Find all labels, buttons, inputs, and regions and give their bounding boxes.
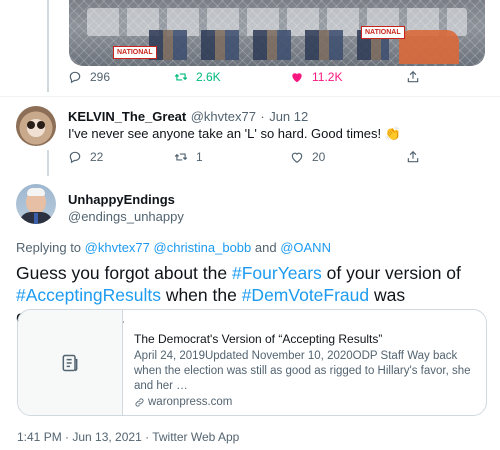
- avatar[interactable]: [16, 106, 56, 146]
- mention-link[interactable]: @OANN: [280, 240, 331, 255]
- share-icon: [407, 150, 419, 163]
- card-thumbnail: [18, 310, 123, 415]
- link-icon: [135, 397, 144, 407]
- mention-link[interactable]: @christina_bobb: [154, 240, 252, 255]
- card-description: April 24, 2019Updated November 10, 2020O…: [134, 350, 471, 392]
- retweet-count: 1: [196, 150, 203, 164]
- media-worker: [399, 30, 459, 64]
- retweet-icon: [174, 153, 188, 161]
- reply-icon: [69, 151, 81, 164]
- heart-icon: [291, 152, 303, 163]
- retweet-button[interactable]: 1: [174, 150, 203, 164]
- share-icon: [407, 70, 419, 83]
- tweet-text-segment: when the: [160, 285, 242, 305]
- display-name[interactable]: UnhappyEndings: [68, 192, 184, 207]
- thread-line-top: [47, 0, 49, 66]
- reply-tweet-header: KELVIN_The_Great @khvtex77 · Jun 12: [68, 108, 308, 126]
- share-button[interactable]: [406, 150, 420, 164]
- retweet-button[interactable]: 2.6K: [174, 70, 221, 84]
- avatar-tie: [34, 213, 38, 224]
- handle[interactable]: @khvtex77: [191, 109, 256, 124]
- hashtag-link[interactable]: #AcceptingResults: [16, 285, 161, 305]
- document-icon: [62, 354, 78, 371]
- reply-button[interactable]: 22: [68, 150, 103, 164]
- like-button[interactable]: 11.2K: [290, 70, 342, 84]
- reply-icon: [69, 71, 81, 84]
- reply-tweet-actions: 22 1 20: [68, 150, 488, 166]
- mention-link[interactable]: @khvtex77: [85, 240, 150, 255]
- handle[interactable]: @endings_unhappy: [68, 209, 184, 224]
- like-button[interactable]: 20: [290, 150, 325, 164]
- replying-to: Replying to @khvtex77 @christina_bobb an…: [16, 240, 331, 255]
- main-tweet-header: UnhappyEndings @endings_unhappy: [68, 192, 184, 224]
- card-title: The Democrat's Version of “Accepting Res…: [134, 332, 383, 346]
- card-domain: waronpress.com: [148, 396, 233, 408]
- tweet-text-segment: of your version of: [321, 263, 461, 283]
- tweet-media-image[interactable]: NATIONAL NATIONAL: [69, 0, 485, 66]
- retweet-icon: [174, 73, 188, 81]
- avatar-hair: [27, 188, 45, 196]
- top-tweet-actions: 296 2.6K 11.2K: [68, 70, 488, 86]
- tweet-timestamp[interactable]: 1:41 PM · Jun 13, 2021 · Twitter Web App: [17, 430, 239, 444]
- hashtag-link[interactable]: #DemVoteFraud: [242, 285, 369, 305]
- link-preview-card[interactable]: The Democrat's Version of “Accepting Res…: [17, 309, 487, 416]
- avatar[interactable]: [16, 184, 56, 224]
- replying-to-prefix: Replying to: [16, 240, 85, 255]
- media-sign: NATIONAL: [113, 46, 157, 59]
- tweet-text-segment: Guess you forgot about the: [16, 263, 232, 283]
- reply-count: 296: [90, 70, 111, 84]
- share-button[interactable]: [406, 70, 420, 84]
- media-people: [149, 30, 389, 60]
- thread-line-mid: [47, 66, 49, 92]
- replying-to-joiner: and: [251, 240, 281, 255]
- tweet-text: I've never see anyone take an 'L' so har…: [68, 126, 401, 141]
- reply-count: 22: [90, 150, 104, 164]
- reply-button[interactable]: 296: [68, 70, 110, 84]
- thread-line-reply: [47, 150, 49, 176]
- card-domain-row: waronpress.com: [134, 396, 476, 408]
- dot-separator: ·: [260, 109, 265, 124]
- display-name[interactable]: KELVIN_The_Great: [68, 109, 186, 124]
- card-body: The Democrat's Version of “Accepting Res…: [123, 310, 486, 415]
- heart-icon: [292, 73, 302, 83]
- tweet-date[interactable]: Jun 12: [269, 109, 308, 124]
- media-sign: NATIONAL: [361, 26, 405, 39]
- hashtag-link[interactable]: #FourYears: [232, 263, 322, 283]
- divider: [0, 96, 500, 97]
- like-count: 20: [312, 150, 326, 164]
- retweet-count: 2.6K: [196, 70, 221, 84]
- like-count: 11.2K: [312, 70, 343, 84]
